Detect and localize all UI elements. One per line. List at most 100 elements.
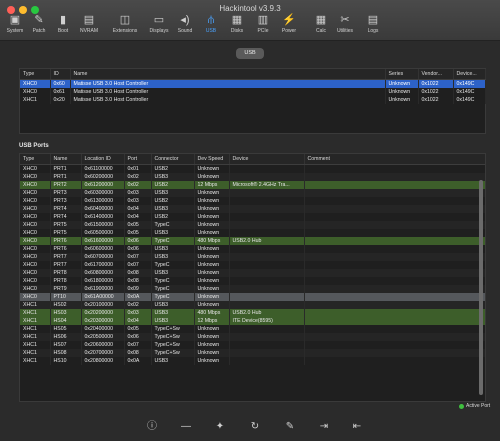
port-row[interactable]: XHC0 PRT7 0x61700000 0x07 TypeC Unknown	[20, 261, 485, 269]
table-cell	[229, 269, 305, 277]
ports-scrollbar[interactable]	[479, 180, 483, 395]
table-cell	[304, 325, 485, 333]
port-row[interactable]: XHC0 PRT5 0x61500000 0x05 TypeC Unknown	[20, 221, 485, 229]
port-row[interactable]: XHC0 PRT2 0x61200000 0x02 USB2 12 Mbps Microso…	[20, 181, 485, 189]
column-header[interactable]: Series	[385, 69, 419, 80]
port-row[interactable]: XHC1 HS07 0x20600000 0x07 TypeC+Sw Unknown	[20, 341, 485, 349]
table-cell	[304, 229, 485, 237]
column-header[interactable]: Vendor...	[418, 69, 454, 80]
table-cell: PRT7	[50, 261, 82, 269]
toolbar-displays[interactable]: ▭ Displays	[146, 12, 172, 38]
table-cell: XHC0	[20, 88, 51, 96]
column-header[interactable]: Device...	[453, 69, 486, 80]
toolbar-extensions[interactable]: ◫ Extensions	[112, 12, 138, 38]
table-cell: 0x61A00000	[81, 293, 125, 301]
table-cell	[304, 317, 485, 325]
import-icon[interactable]: ⇥	[317, 420, 331, 434]
info-icon[interactable]: ⓘ	[145, 420, 159, 434]
toolbar-logs[interactable]: ▤ Logs	[360, 12, 386, 38]
toolbar-boot[interactable]: ▮ Boot	[50, 12, 76, 38]
table-cell: 0x05	[124, 221, 152, 229]
toolbar-power[interactable]: ⚡ Power	[276, 12, 302, 38]
port-row[interactable]: XHC0 PRT3 0x60300000 0x03 USB3 Unknown	[20, 189, 485, 197]
toolbar-pcie[interactable]: ▥ PCIe	[250, 12, 276, 38]
toolbar-calc[interactable]: ▦ Calc	[308, 12, 334, 38]
port-row[interactable]: XHC1 HS08 0x20700000 0x08 TypeC+Sw Unknown	[20, 349, 485, 357]
refresh-icon[interactable]: ↻	[248, 420, 262, 434]
port-row[interactable]: XHC0 PRT7 0x60700000 0x07 USB3 Unknown	[20, 253, 485, 261]
port-row[interactable]: XHC0 PRT5 0x60500000 0x05 USB3 Unknown	[20, 229, 485, 237]
table-cell	[304, 253, 485, 261]
port-row[interactable]: XHC0 PRT6 0x61600000 0x06 TypeC 480 Mbps USB2.…	[20, 237, 485, 245]
port-row[interactable]: XHC0 PRT8 0x60800000 0x08 USB3 Unknown	[20, 269, 485, 277]
clean-icon[interactable]: ✦	[213, 420, 227, 434]
port-row[interactable]: XHC1 HS04 0x20300000 0x04 USB3 12 Mbps ITE Dev…	[20, 317, 485, 325]
table-cell: 0x61600000	[81, 237, 125, 245]
port-row[interactable]: XHC0 PRT8 0x61800000 0x08 TypeC Unknown	[20, 277, 485, 285]
table-cell: PRT3	[50, 197, 82, 205]
port-row[interactable]: XHC0 PT10 0x61A00000 0x0A TypeC Unknown	[20, 293, 485, 301]
table-cell: TypeC	[151, 293, 195, 301]
table-cell: USB2.0 Hub	[229, 237, 305, 245]
table-cell: XHC1	[20, 357, 51, 365]
toolbar-patch[interactable]: ✎ Patch	[26, 12, 52, 38]
usb-ports-label: USB Ports	[19, 143, 49, 149]
table-cell: USB3	[151, 205, 195, 213]
table-cell	[304, 341, 485, 349]
remove-icon[interactable]: —	[179, 420, 193, 434]
table-cell: Matisse USB 3.0 Host Controller	[70, 88, 386, 96]
port-row[interactable]: XHC1 HS05 0x20400000 0x05 TypeC+Sw Unknown	[20, 325, 485, 333]
column-header[interactable]: Dev Speed	[194, 154, 230, 165]
port-row[interactable]: XHC0 PRT4 0x61400000 0x04 USB2 Unknown	[20, 213, 485, 221]
column-header[interactable]: Name	[50, 154, 82, 165]
table-cell: Unknown	[194, 349, 230, 357]
column-header[interactable]: Connector	[151, 154, 195, 165]
column-header[interactable]: ID	[50, 69, 71, 80]
port-row[interactable]: XHC1 HS06 0x20500000 0x06 TypeC+Sw Unknown	[20, 333, 485, 341]
column-header[interactable]: Type	[20, 69, 51, 80]
toolbar-usb[interactable]: ⫛ USB	[198, 12, 224, 38]
pcie-icon: ▥	[257, 14, 269, 26]
controller-row[interactable]: XHC0 0x60 Matisse USB 3.0 Host Controller U…	[20, 79, 486, 88]
table-cell	[304, 213, 485, 221]
table-cell: 0x20300000	[81, 317, 125, 325]
column-header[interactable]: Device	[229, 154, 305, 165]
port-row[interactable]: XHC1 HS02 0x20100000 0x02 USB3 Unknown	[20, 301, 485, 309]
port-row[interactable]: XHC0 PRT6 0x60600000 0x06 USB3 Unknown	[20, 245, 485, 253]
sound-icon: ◂)	[180, 14, 190, 26]
port-row[interactable]: XHC0 PRT1 0x60200000 0x02 USB3 Unknown	[20, 173, 485, 181]
table-cell: Unknown	[194, 221, 230, 229]
port-row[interactable]: XHC0 PRT4 0x60400000 0x04 USB3 Unknown	[20, 205, 485, 213]
port-row[interactable]: XHC0 PRT1 0x61100000 0x01 USB2 Unknown	[20, 164, 485, 173]
table-cell: XHC0	[20, 245, 51, 253]
table-cell: Unknown	[194, 261, 230, 269]
table-cell: TypeC	[151, 237, 195, 245]
column-header[interactable]: Comment	[304, 154, 485, 165]
table-cell: Unknown	[194, 269, 230, 277]
export-icon[interactable]: ⇤	[350, 420, 364, 434]
toolbar-system[interactable]: ▣ System	[2, 12, 28, 38]
controller-row[interactable]: XHC1 0x20 Matisse USB 3.0 Host Controller U…	[20, 96, 486, 104]
port-row[interactable]: XHC0 PRT9 0x61900000 0x09 TypeC Unknown	[20, 285, 485, 293]
table-cell	[229, 213, 305, 221]
toolbar-nvram[interactable]: ▤ NVRAM	[76, 12, 102, 38]
column-header[interactable]: Port	[124, 154, 152, 165]
toolbar-sound[interactable]: ◂) Sound	[172, 12, 198, 38]
port-row[interactable]: XHC1 HS10 0x20800000 0x0A USB3 Unknown	[20, 357, 485, 365]
column-header[interactable]: Location ID	[81, 154, 125, 165]
usb-segment-tab[interactable]: USB	[236, 48, 264, 59]
table-cell: HS04	[50, 317, 82, 325]
table-cell: 0x06	[124, 237, 152, 245]
table-cell: Unknown	[385, 79, 419, 88]
table-cell: PRT1	[50, 164, 82, 173]
port-row[interactable]: XHC0 PRT3 0x61300000 0x03 USB2 Unknown	[20, 197, 485, 205]
column-header[interactable]: Name	[70, 69, 386, 80]
toolbar-disks[interactable]: ▦ Disks	[224, 12, 250, 38]
controller-row[interactable]: XHC0 0x61 Matisse USB 3.0 Host Controller U…	[20, 88, 486, 96]
edit-icon[interactable]: ✎	[283, 420, 297, 434]
table-cell: 0x20600000	[81, 341, 125, 349]
toolbar-utilities[interactable]: ✂ Utilities	[332, 12, 358, 38]
extensions-icon: ◫	[119, 14, 131, 26]
port-row[interactable]: XHC1 HS03 0x20200000 0x03 USB3 480 Mbps USB2.0…	[20, 309, 485, 317]
column-header[interactable]: Type	[20, 154, 51, 165]
